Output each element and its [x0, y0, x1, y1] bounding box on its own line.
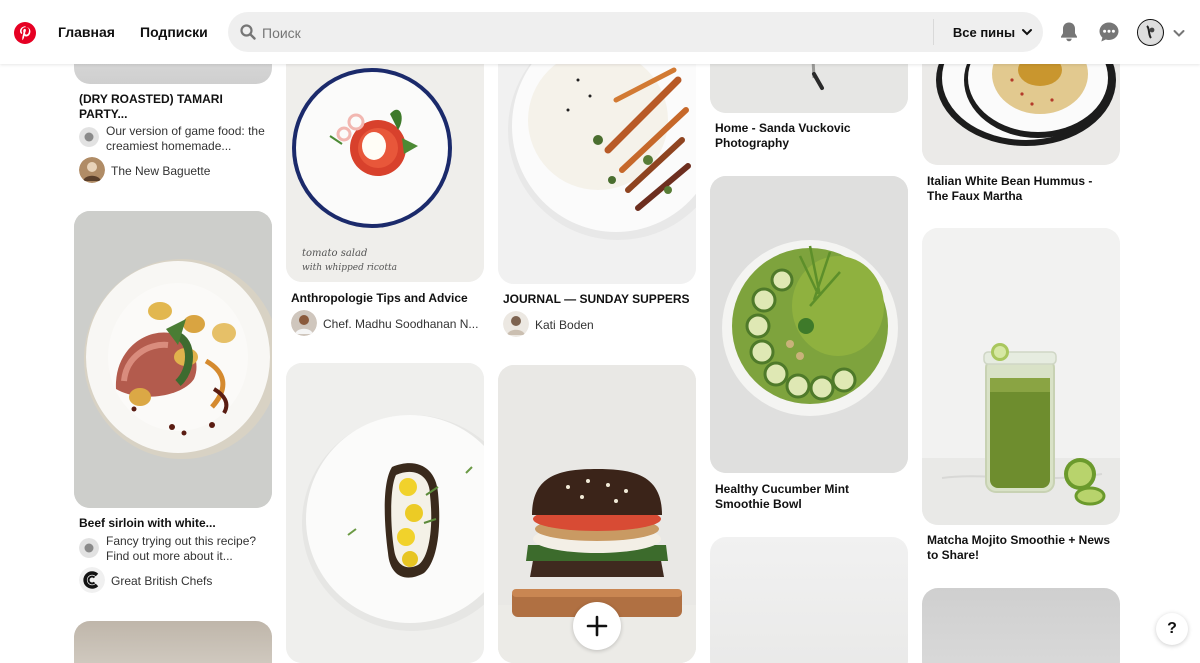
pin-image[interactable]	[710, 537, 908, 663]
pin-image[interactable]	[498, 40, 696, 284]
pin-image[interactable]	[710, 176, 908, 473]
pin-title[interactable]: Anthropologie Tips and Advice	[291, 291, 481, 306]
author-avatar[interactable]	[79, 157, 105, 183]
pin-image[interactable]	[286, 363, 484, 663]
matcha-smoothie-jar-image	[922, 228, 1120, 525]
bell-icon[interactable]	[1057, 20, 1081, 44]
pin-title[interactable]: JOURNAL — SUNDAY SUPPERS	[503, 292, 693, 307]
author-name[interactable]: Kati Boden	[535, 318, 685, 332]
help-icon: ?	[1167, 620, 1177, 637]
filter-label: Все пины	[952, 24, 1016, 40]
author-name[interactable]: Chef. Madhu Soodhanan N...	[323, 317, 481, 331]
help-button[interactable]: ?	[1156, 613, 1188, 645]
pinterest-logo-icon[interactable]	[14, 22, 36, 44]
author-avatar[interactable]	[291, 310, 317, 336]
image-caption: with whipped ricotta	[302, 263, 397, 273]
pin-image[interactable]	[74, 621, 272, 663]
author-name[interactable]: Great British Chefs	[111, 574, 271, 588]
author-avatar[interactable]	[79, 567, 105, 593]
profile-avatar[interactable]	[1137, 19, 1164, 46]
pin-title[interactable]: Beef sirloin with white...	[79, 516, 269, 531]
chat-icon[interactable]	[1097, 20, 1121, 44]
search-icon	[240, 24, 256, 40]
pin-description: Fancy trying out this recipe? Find out m…	[106, 534, 257, 563]
search-bar[interactable]: Все пины	[228, 12, 1043, 52]
pin-image[interactable]: tomato salad with whipped ricotta	[286, 40, 484, 282]
search-input[interactable]	[262, 24, 862, 42]
chevron-down-icon[interactable]	[1172, 26, 1186, 40]
plus-icon	[586, 615, 608, 637]
beef-sirloin-plate-image	[74, 211, 272, 508]
nav-following-link[interactable]: Подписки	[140, 24, 208, 40]
pin-title[interactable]: Matcha Mojito Smoothie + News to Share!	[927, 533, 1117, 562]
author-name[interactable]: The New Baguette	[111, 164, 271, 178]
pin-title[interactable]: Home - Sanda Vuckovic Photography	[715, 121, 905, 150]
pin-description: Our version of game food: the creamiest …	[106, 124, 265, 153]
add-button[interactable]	[573, 602, 621, 650]
tomato-salad-image: tomato salad with whipped ricotta	[286, 40, 484, 282]
pin-filter-dropdown[interactable]: Все пины	[943, 12, 1043, 52]
board-avatar	[79, 127, 99, 147]
nav-home-link[interactable]: Главная	[58, 24, 115, 40]
carrots-yogurt-bowl-image	[498, 40, 696, 284]
cucumber-smoothie-bowl-image	[710, 176, 908, 473]
pin-image[interactable]	[74, 211, 272, 508]
image-caption: tomato salad	[302, 248, 367, 259]
board-avatar	[79, 538, 99, 558]
pin-title[interactable]: Italian White Bean Hummus - The Faux Mar…	[927, 174, 1117, 203]
toast-plate-image	[286, 363, 484, 663]
chevron-down-icon	[1022, 29, 1033, 36]
pin-image[interactable]	[922, 588, 1120, 663]
pin-image[interactable]	[922, 228, 1120, 525]
top-header: Главная Подписки Все пины	[0, 0, 1200, 64]
pin-title[interactable]: Healthy Cucumber Mint Smoothie Bowl	[715, 482, 905, 511]
pin-title[interactable]: (DRY ROASTED) TAMARI PARTY...	[79, 92, 269, 121]
search-divider	[933, 19, 934, 45]
author-avatar[interactable]	[503, 311, 529, 337]
